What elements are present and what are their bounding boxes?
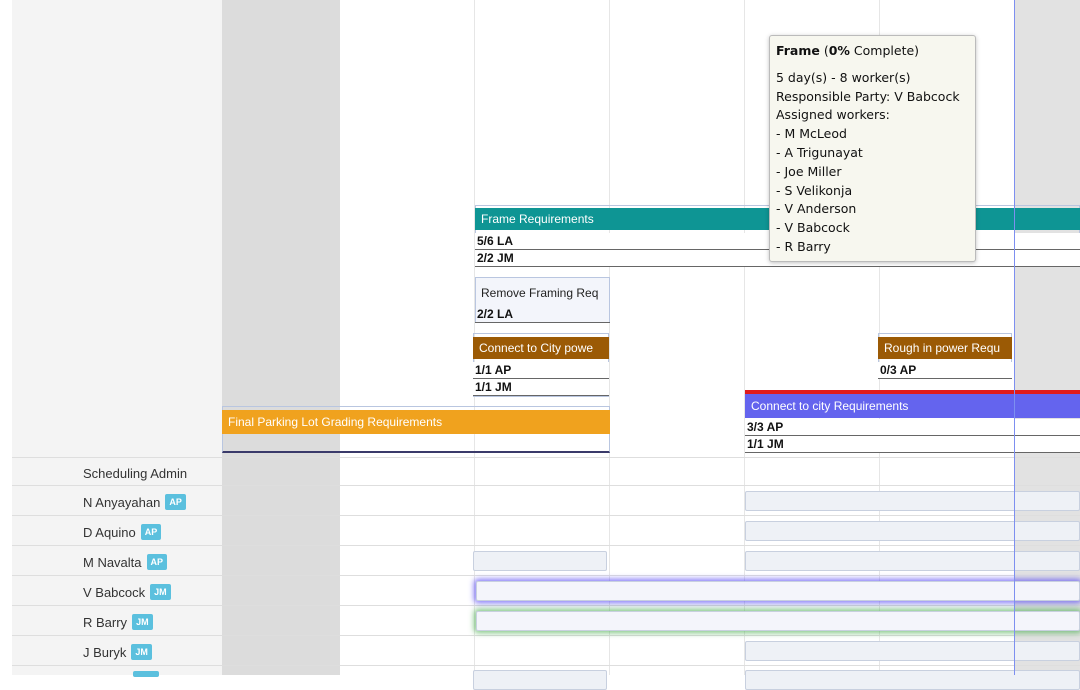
role-badge: JM bbox=[150, 584, 171, 600]
tooltip-title-line: Frame (0% Complete) bbox=[776, 43, 920, 58]
tooltip-responsible: Responsible Party: V Babcock bbox=[776, 88, 960, 104]
assignment-slot[interactable] bbox=[745, 491, 1080, 511]
tooltip-complete-word: Complete bbox=[853, 43, 915, 58]
assignment-slot[interactable] bbox=[745, 670, 1080, 690]
worker-name: M Navalta bbox=[83, 554, 142, 570]
task-crew-count: 0/3 AP bbox=[878, 362, 1012, 379]
tooltip-worker: - R Barry bbox=[776, 238, 831, 254]
worker-name: J Buryk bbox=[83, 644, 127, 660]
role-badge: AP bbox=[165, 494, 186, 510]
assignment-slot[interactable] bbox=[745, 641, 1080, 661]
assignment-slot[interactable] bbox=[473, 670, 607, 690]
today-marker-line bbox=[1014, 0, 1015, 675]
worker-row-j-buryk[interactable]: J Buryk JM bbox=[12, 637, 222, 667]
task-crew-count: 3/3 AP bbox=[745, 419, 1080, 436]
day-gridline bbox=[744, 0, 745, 675]
worker-name: Scheduling Admin bbox=[83, 465, 188, 481]
tooltip-worker: - V Anderson bbox=[776, 201, 857, 217]
role-badge bbox=[133, 671, 159, 677]
tooltip-worker: - Joe Miller bbox=[776, 163, 842, 179]
task-rough-in-power-header[interactable]: Rough in power Requ bbox=[878, 337, 1012, 359]
day-gridline bbox=[609, 0, 610, 675]
worker-row-v-babcock[interactable]: V Babcock JM bbox=[12, 577, 222, 607]
role-badge: JM bbox=[131, 644, 152, 660]
role-badge: JM bbox=[132, 614, 153, 630]
task-tooltip: Frame (0% Complete) 5 day(s) - 8 worker(… bbox=[769, 35, 976, 262]
worker-name: R Barry bbox=[83, 614, 128, 630]
non-working-day-column bbox=[222, 0, 340, 675]
task-connect-city-power-header[interactable]: Connect to City powe bbox=[473, 337, 609, 359]
assignment-slot-highlighted[interactable] bbox=[476, 581, 1080, 601]
future-day-column bbox=[1015, 0, 1080, 675]
task-crew-count: 1/1 JM bbox=[745, 436, 1080, 453]
assignment-slot[interactable] bbox=[745, 551, 1080, 571]
task-final-parking-lot-header[interactable]: Final Parking Lot Grading Requirements bbox=[222, 410, 610, 434]
role-badge: AP bbox=[146, 554, 168, 570]
worker-name: D Aquino bbox=[83, 524, 136, 540]
tooltip-assigned-label: Assigned workers: bbox=[776, 107, 890, 123]
tooltip-worker: - A Trigunayat bbox=[776, 144, 863, 160]
assignment-slot[interactable] bbox=[745, 521, 1080, 541]
tooltip-percent: 0% bbox=[828, 43, 850, 58]
assignment-slot-highlighted[interactable] bbox=[476, 611, 1080, 631]
tooltip-worker: - M McLeod bbox=[776, 126, 847, 142]
worker-row-n-anyayahan[interactable]: N Anyayahan AP bbox=[12, 487, 222, 517]
role-badge: AP bbox=[140, 524, 162, 540]
tooltip-duration: 5 day(s) - 8 worker(s) bbox=[776, 69, 911, 85]
worker-row-m-navalta[interactable]: M Navalta AP bbox=[12, 547, 222, 577]
assignment-slot[interactable] bbox=[473, 551, 607, 571]
worker-row-d-aquino[interactable]: D Aquino AP bbox=[12, 517, 222, 547]
worker-name: N Anyayahan bbox=[83, 494, 161, 510]
worker-name: V Babcock bbox=[83, 584, 146, 600]
worker-row-r-barry[interactable]: R Barry JM bbox=[12, 607, 222, 637]
task-connect-city-requirements-header[interactable]: Connect to city Requirements bbox=[745, 394, 1080, 418]
tooltip-title: Frame bbox=[776, 43, 820, 58]
tooltip-worker: - V Babcock bbox=[776, 220, 850, 236]
worker-row-scheduling-admin[interactable]: Scheduling Admin bbox=[12, 458, 222, 488]
tooltip-worker: - S Velikonja bbox=[776, 182, 853, 198]
task-crew-count: 1/1 JM bbox=[473, 379, 609, 396]
task-crew-count: 2/2 LA bbox=[475, 306, 610, 323]
left-gutter bbox=[0, 0, 12, 675]
task-crew-count: 1/1 AP bbox=[473, 362, 609, 379]
task-remove-framing-header[interactable]: Remove Framing Req bbox=[475, 282, 610, 304]
